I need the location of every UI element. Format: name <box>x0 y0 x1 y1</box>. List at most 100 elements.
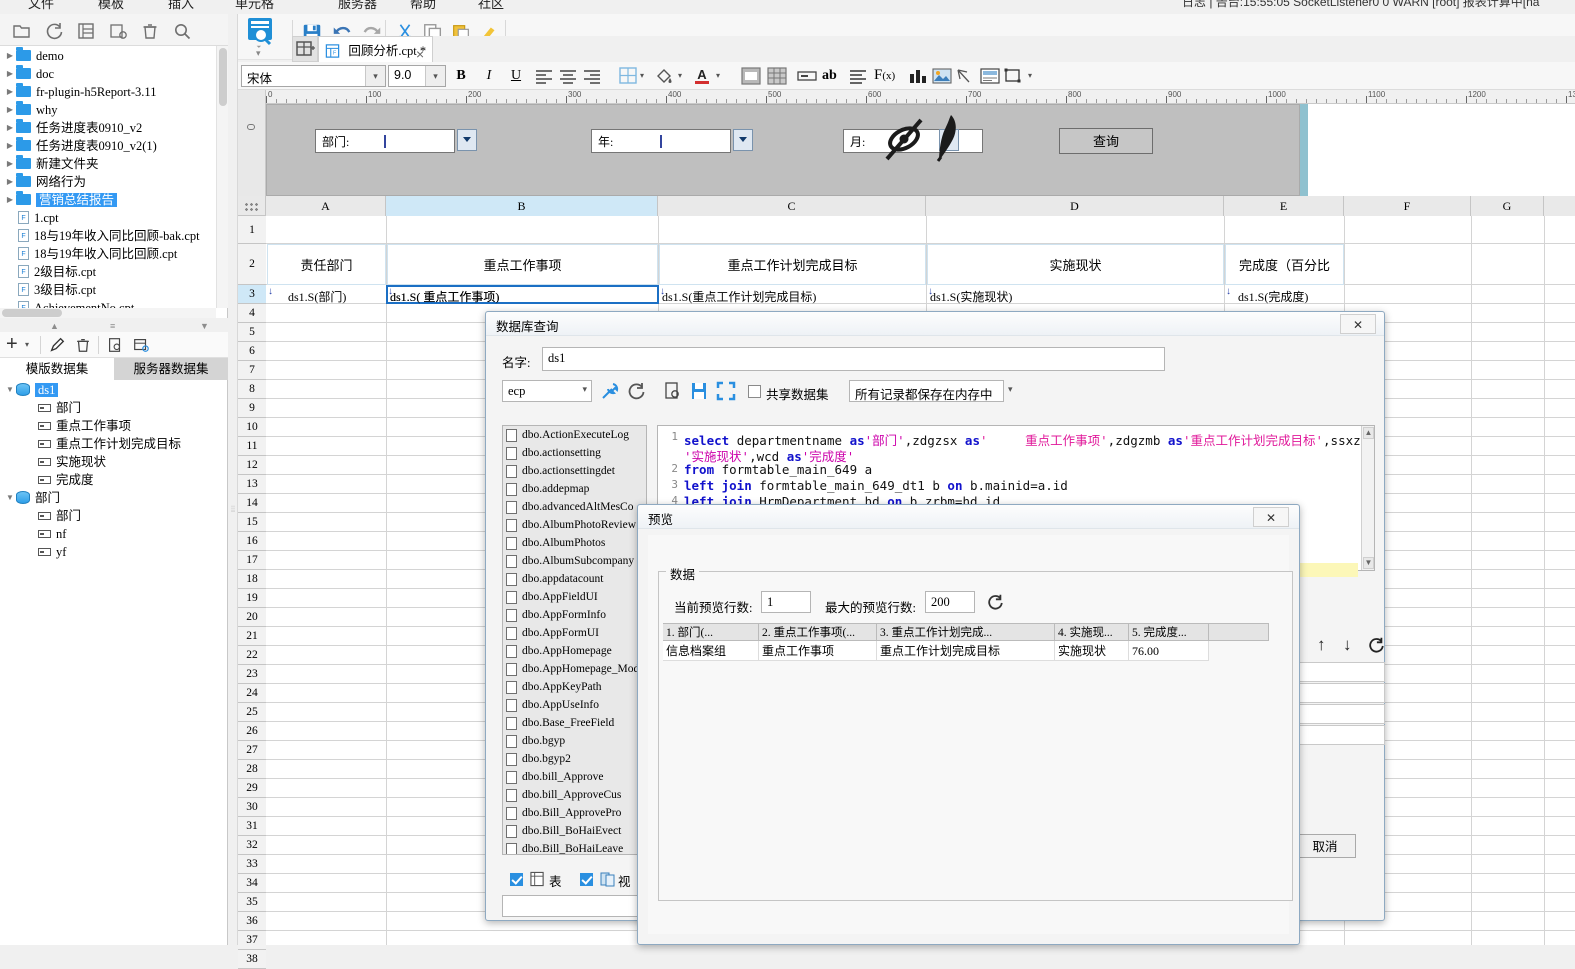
table-list-item[interactable]: dbo.AppUseInfo <box>503 696 646 714</box>
chevron-down-icon[interactable]: ▾ <box>582 384 587 395</box>
row-header-37[interactable]: 37 <box>238 931 266 950</box>
expand-arrow-icon[interactable]: ▶ <box>4 119 16 137</box>
row-header-21[interactable]: 21 <box>238 627 266 646</box>
table-list-item[interactable]: dbo.appdatacount <box>503 570 646 588</box>
row-header-11[interactable]: 11 <box>238 437 266 456</box>
table-list-item[interactable]: dbo.AppKeyPath <box>503 678 646 696</box>
ab-icon[interactable]: ab <box>822 68 837 84</box>
sql-line[interactable]: from formtable_main_649 a <box>684 462 872 477</box>
tree-folder-item[interactable]: ▶ why <box>0 100 216 118</box>
scroll-up-icon[interactable]: ▲ <box>1363 427 1374 439</box>
edit-dataset-icon[interactable] <box>132 336 150 354</box>
dataset-tree[interactable]: ▼ ds1 部门 重点工作事项 重点工作计划完成目标 实施现状 完成度 ▼ 部门 部门 nf yf <box>0 380 216 580</box>
view-filter-checkbox[interactable] <box>580 873 593 886</box>
formula-icon[interactable]: F(x) <box>874 67 895 84</box>
add-icon[interactable]: + <box>6 333 18 356</box>
table-list-item[interactable]: dbo.AlbumPhotos <box>503 534 646 552</box>
param-widget-department[interactable]: 部门: <box>315 129 455 153</box>
row-header-28[interactable]: 28 <box>238 760 266 779</box>
tree-folder-item[interactable]: ▶ 任务进度表0910_v2 <box>0 118 216 136</box>
table-list-item[interactable]: dbo.bgyp <box>503 732 646 750</box>
preview-icon[interactable] <box>664 381 682 401</box>
menu-item-server[interactable]: 服务器 <box>338 0 377 12</box>
row-header-29[interactable]: 29 <box>238 779 266 798</box>
dataset-field-item[interactable]: 重点工作计划完成目标 <box>0 434 216 452</box>
sheet-header-cell[interactable]: 重点工作计划完成目标 <box>659 244 926 285</box>
table-search-input[interactable] <box>502 895 647 917</box>
refresh-params-icon[interactable] <box>1367 636 1385 654</box>
tree-folder-item[interactable]: ▶ 新建文件夹 <box>0 154 216 172</box>
align-right-icon[interactable] <box>582 68 602 84</box>
row-header-32[interactable]: 32 <box>238 836 266 855</box>
sql-editor-scrollbar[interactable]: ▲ ▼ <box>1361 426 1374 570</box>
param-area-right-edge[interactable] <box>1300 104 1308 196</box>
row-header-35[interactable]: 35 <box>238 893 266 912</box>
preview-column-header[interactable]: 1. 部门(... <box>663 623 759 641</box>
file-tree-hscrollbar[interactable] <box>0 308 216 318</box>
tree-folder-item[interactable]: ▶ 网络行为 <box>0 172 216 190</box>
list-icon[interactable] <box>76 21 96 41</box>
row-header-24[interactable]: 24 <box>238 684 266 703</box>
underline-button[interactable]: U <box>505 66 527 86</box>
tree-folder-item[interactable]: ▶ doc <box>0 64 216 82</box>
row-header-20[interactable]: 20 <box>238 608 266 627</box>
tab-template-dataset[interactable]: 模版数据集 <box>0 358 114 380</box>
merge-cells-icon[interactable] <box>740 66 762 86</box>
tab-grid-button[interactable] <box>292 36 318 62</box>
table-list-item[interactable]: dbo.AppFieldUI <box>503 588 646 606</box>
tree-folder-item[interactable]: ▶ demo <box>0 46 216 64</box>
preview-close-icon[interactable]: ✕ <box>1253 507 1289 527</box>
document-tab[interactable]: F 回顾分析.cpt * × <box>318 36 434 62</box>
row-header-31[interactable]: 31 <box>238 817 266 836</box>
preview-column-header[interactable]: 2. 重点工作事项(... <box>759 623 877 641</box>
refresh-icon[interactable] <box>986 593 1004 611</box>
dataset-name-input[interactable]: ds1 <box>542 347 1165 371</box>
font-color-icon[interactable]: A <box>692 66 712 86</box>
row-header-30[interactable]: 30 <box>238 798 266 817</box>
share-dataset-checkbox[interactable] <box>748 385 761 398</box>
row-header-13[interactable]: 13 <box>238 475 266 494</box>
menu-item-insert[interactable]: 插入 <box>168 0 194 12</box>
row-header-36[interactable]: 36 <box>238 912 266 931</box>
menu-item-template[interactable]: 模板 <box>98 0 124 12</box>
param-dropdown-department[interactable] <box>457 129 477 151</box>
expand-arrow-icon[interactable]: ▶ <box>4 137 16 155</box>
row-headers[interactable]: 1 2 3 4 5 6 7 8 9 10 11 12 13 14 15 16 17 18 19 20 21 22 23 24 2… <box>238 216 266 969</box>
row-header-1[interactable]: 1 <box>238 216 266 244</box>
dataset-field-item[interactable]: 重点工作事项 <box>0 416 216 434</box>
expand-arrow-icon[interactable]: ▶ <box>4 47 16 65</box>
collapse-arrow-icon[interactable]: ▼ <box>4 381 16 399</box>
connection-select[interactable]: ecp ▾ <box>502 380 592 402</box>
sheet-data-cell[interactable]: ds1.S(实施现状) <box>930 288 1012 305</box>
tree-file-item[interactable]: F 18与19年收入同比回顾.cpt <box>0 244 216 262</box>
font-color-dropdown-icon[interactable]: ▾ <box>716 71 720 80</box>
tree-file-item[interactable]: F 3级目标.cpt <box>0 280 216 298</box>
fill-color-icon[interactable] <box>654 67 674 85</box>
row-header-2[interactable]: 2 <box>238 244 266 285</box>
max-rows-input[interactable]: 200 <box>925 591 975 613</box>
dataset-field-item[interactable]: yf <box>0 542 216 560</box>
dataset-item[interactable]: ▼ 部门 <box>0 488 216 506</box>
border-dropdown-icon[interactable]: ▾ <box>640 71 644 80</box>
app-preview-icon[interactable] <box>244 16 280 58</box>
font-size-select[interactable]: 9.0 ▾ <box>388 65 446 87</box>
column-header-f[interactable]: F <box>1344 196 1471 216</box>
row-header-19[interactable]: 19 <box>238 589 266 608</box>
row-header-4[interactable]: 4 <box>238 304 266 323</box>
border-icon[interactable] <box>618 67 638 85</box>
splitter-up-icon[interactable]: ▲ <box>50 321 59 331</box>
fullscreen-icon[interactable] <box>716 381 736 401</box>
row-header-5[interactable]: 5 <box>238 323 266 342</box>
column-header-h[interactable]: H <box>1544 196 1575 216</box>
shape-dropdown-icon[interactable]: ▾ <box>1028 71 1032 80</box>
table-list-item[interactable]: dbo.AppFormUI <box>503 624 646 642</box>
cancel-button[interactable]: 取消 <box>1294 834 1356 858</box>
table-list-item[interactable]: dbo.bgyp2 <box>503 750 646 768</box>
row-header-22[interactable]: 22 <box>238 646 266 665</box>
settings-icon[interactable] <box>108 21 128 41</box>
preview-column-header[interactable]: 4. 实施现... <box>1055 623 1129 641</box>
row-header-16[interactable]: 16 <box>238 532 266 551</box>
row-header-18[interactable]: 18 <box>238 570 266 589</box>
menu-item-community[interactable]: 社区 <box>478 0 504 12</box>
preview-dialog[interactable]: 预览 ✕ 数据 当前预览行数: 1 最大的预览行数: 200 1. 部门(...… <box>637 504 1300 945</box>
